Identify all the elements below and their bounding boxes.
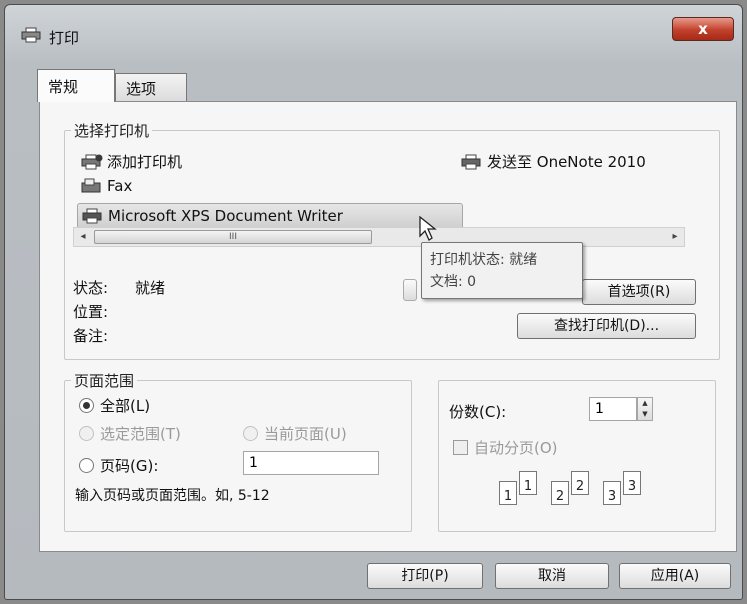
preferences-button[interactable]: 首选项(R) <box>582 279 696 305</box>
range-all-radio[interactable] <box>79 398 94 413</box>
status-value: 就绪 <box>135 279 166 297</box>
copies-label: 份数(C): <box>449 403 507 421</box>
printer-icon <box>21 27 41 43</box>
collate-illustration: 1 1 2 2 3 3 <box>499 469 649 519</box>
printer-item-onenote[interactable]: 发送至 OneNote 2010 <box>461 151 646 172</box>
general-tab-panel: 选择打印机 添加打印机 Fax Microsoft XPS Document W… <box>39 101 737 552</box>
apply-button[interactable]: 应用(A) <box>619 563 731 589</box>
location-label: 位置: <box>73 303 109 321</box>
close-button[interactable]: x <box>672 17 734 41</box>
scroll-thumb[interactable]: III <box>94 230 372 244</box>
fax-icon <box>81 178 101 193</box>
collate-page: 2 <box>551 481 569 505</box>
window-title: 打印 <box>49 29 80 47</box>
collate-checkbox[interactable] <box>453 440 468 455</box>
printer-item-xps-writer[interactable]: Microsoft XPS Document Writer <box>77 203 463 229</box>
tab-general[interactable]: 常规 <box>37 69 115 102</box>
pages-input[interactable] <box>243 451 379 475</box>
collate-page: 3 <box>603 481 621 505</box>
printer-name: Fax <box>107 177 133 195</box>
range-pages-option[interactable]: 页码(G): <box>79 455 158 476</box>
scroll-left-icon[interactable]: ◂ <box>76 229 90 245</box>
copies-spinner[interactable]: ▲ ▼ <box>637 397 653 421</box>
collate-option[interactable]: 自动分页(O) <box>453 437 558 458</box>
comment-label: 备注: <box>73 327 109 345</box>
collate-label: 自动分页(O) <box>474 439 558 457</box>
range-pages-label: 页码(G): <box>100 457 159 475</box>
printer-item-add[interactable]: 添加打印机 <box>81 151 182 172</box>
copies-input[interactable] <box>589 397 637 421</box>
range-all-label: 全部(L) <box>100 397 151 415</box>
tab-options[interactable]: 选项 <box>115 73 187 101</box>
printer-name: 添加打印机 <box>107 153 183 171</box>
scroll-right-icon[interactable]: ▸ <box>668 229 682 245</box>
range-pages-radio[interactable] <box>79 458 94 473</box>
printer-name: Microsoft XPS Document Writer <box>108 207 343 225</box>
printer-list-scrollbar[interactable]: ◂ III ▸ <box>73 227 685 247</box>
status-label: 状态: <box>73 279 109 297</box>
copies-group: 份数(C): ▲ ▼ 自动分页(O) 1 1 2 2 3 3 <box>438 380 716 532</box>
print-dialog-window: 打印 x 常规 选项 选择打印机 添加打印机 Fax Microsoft XPS… <box>4 4 743 600</box>
find-printer-button[interactable]: 查找打印机(D)... <box>517 313 696 339</box>
range-current-page-radio <box>243 426 258 441</box>
printer-status-tooltip: 打印机状态: 就绪 文档: 0 <box>421 242 583 299</box>
page-range-group: 页面范围 全部(L) 选定范围(T) 当前页面(U) 页码(G): 输入页码或页… <box>64 370 412 532</box>
printer-item-fax[interactable]: Fax <box>81 177 132 195</box>
hidden-button-edge <box>403 279 417 301</box>
printer-icon <box>82 208 102 224</box>
tooltip-status: 打印机状态: 就绪 <box>430 252 538 268</box>
collate-page: 3 <box>623 471 641 495</box>
range-current-page-option: 当前页面(U) <box>243 423 347 444</box>
add-printer-icon <box>81 154 103 169</box>
printer-icon <box>461 154 481 169</box>
select-printer-title: 选择打印机 <box>71 120 153 141</box>
cancel-button[interactable]: 取消 <box>495 563 609 589</box>
page-range-hint: 输入页码或页面范围。如, 5-12 <box>75 488 270 504</box>
printer-name: 发送至 OneNote 2010 <box>487 153 646 171</box>
range-selection-option: 选定范围(T) <box>79 423 181 444</box>
range-all-option[interactable]: 全部(L) <box>79 395 150 416</box>
range-current-page-label: 当前页面(U) <box>264 425 347 443</box>
title-bar[interactable]: 打印 x <box>5 5 742 63</box>
spinner-up-icon[interactable]: ▲ <box>638 398 652 409</box>
range-selection-radio <box>79 426 94 441</box>
range-selection-label: 选定范围(T) <box>100 425 181 443</box>
page-range-title: 页面范围 <box>71 370 138 391</box>
collate-page: 1 <box>499 481 517 505</box>
mouse-cursor-icon <box>419 216 437 241</box>
collate-page: 1 <box>519 471 537 495</box>
print-button[interactable]: 打印(P) <box>367 563 483 589</box>
spinner-down-icon[interactable]: ▼ <box>638 409 652 420</box>
tooltip-documents: 文档: 0 <box>430 274 477 290</box>
collate-page: 2 <box>571 471 589 495</box>
select-printer-group: 选择打印机 添加打印机 Fax Microsoft XPS Document W… <box>64 120 720 360</box>
